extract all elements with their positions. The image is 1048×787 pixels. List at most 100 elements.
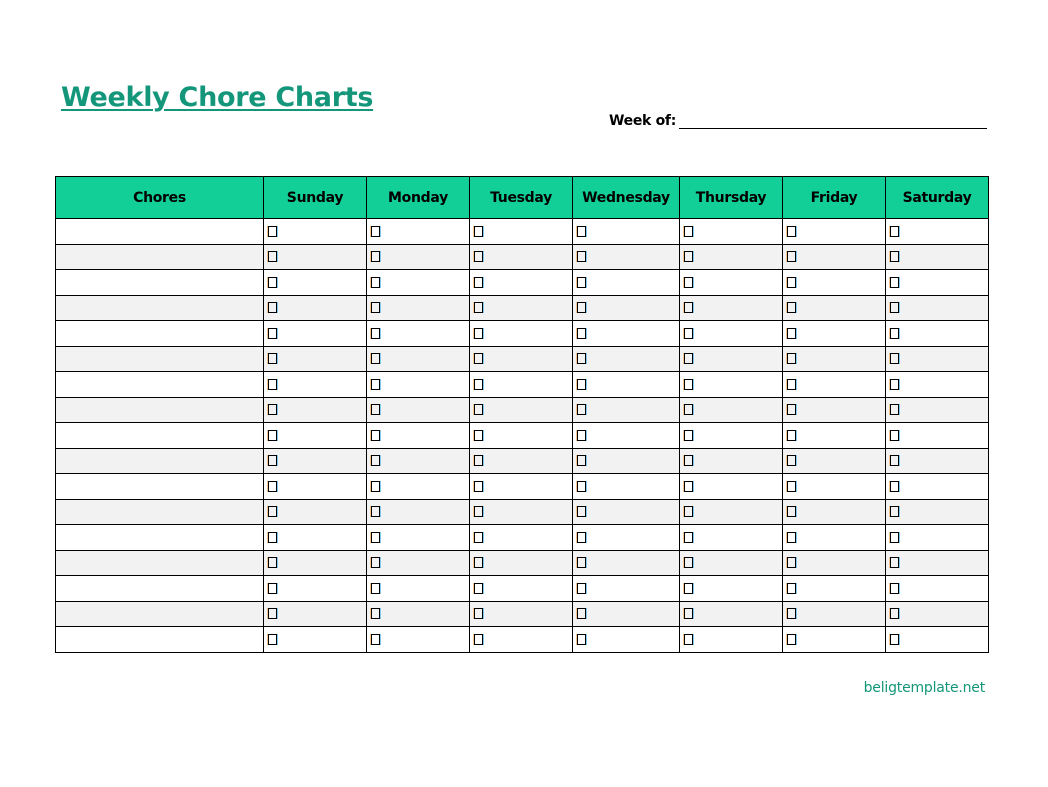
checkbox-icon[interactable] bbox=[684, 506, 693, 518]
checkbox-icon[interactable] bbox=[787, 582, 796, 594]
checkbox-icon[interactable] bbox=[890, 251, 899, 263]
checkbox-icon[interactable] bbox=[577, 633, 586, 645]
checkbox-icon[interactable] bbox=[787, 506, 796, 518]
chore-cell[interactable] bbox=[55, 549, 264, 576]
checkbox-icon[interactable] bbox=[474, 225, 483, 237]
checkbox-icon[interactable] bbox=[268, 557, 277, 569]
checkbox-icon[interactable] bbox=[268, 251, 277, 263]
checkbox-icon[interactable] bbox=[890, 582, 899, 594]
checkbox-icon[interactable] bbox=[684, 531, 693, 543]
checkbox-icon[interactable] bbox=[787, 276, 796, 288]
checkbox-icon[interactable] bbox=[577, 404, 586, 416]
checkbox-icon[interactable] bbox=[474, 633, 483, 645]
checkbox-icon[interactable] bbox=[268, 302, 277, 314]
chore-cell[interactable] bbox=[55, 626, 264, 653]
checkbox-icon[interactable] bbox=[577, 429, 586, 441]
checkbox-icon[interactable] bbox=[268, 429, 277, 441]
checkbox-icon[interactable] bbox=[890, 480, 899, 492]
checkbox-icon[interactable] bbox=[787, 557, 796, 569]
checkbox-icon[interactable] bbox=[371, 353, 380, 365]
checkbox-icon[interactable] bbox=[371, 302, 380, 314]
checkbox-icon[interactable] bbox=[684, 276, 693, 288]
checkbox-icon[interactable] bbox=[684, 353, 693, 365]
checkbox-icon[interactable] bbox=[474, 327, 483, 339]
checkbox-icon[interactable] bbox=[684, 582, 693, 594]
checkbox-icon[interactable] bbox=[474, 455, 483, 467]
checkbox-icon[interactable] bbox=[684, 429, 693, 441]
checkbox-icon[interactable] bbox=[684, 404, 693, 416]
checkbox-icon[interactable] bbox=[474, 531, 483, 543]
checkbox-icon[interactable] bbox=[371, 251, 380, 263]
checkbox-icon[interactable] bbox=[787, 327, 796, 339]
checkbox-icon[interactable] bbox=[890, 557, 899, 569]
checkbox-icon[interactable] bbox=[684, 608, 693, 620]
chore-cell[interactable] bbox=[55, 422, 264, 449]
checkbox-icon[interactable] bbox=[371, 557, 380, 569]
checkbox-icon[interactable] bbox=[268, 531, 277, 543]
checkbox-icon[interactable] bbox=[268, 404, 277, 416]
checkbox-icon[interactable] bbox=[684, 302, 693, 314]
checkbox-icon[interactable] bbox=[787, 302, 796, 314]
checkbox-icon[interactable] bbox=[371, 378, 380, 390]
chore-cell[interactable] bbox=[55, 473, 264, 500]
checkbox-icon[interactable] bbox=[684, 557, 693, 569]
week-of-input-line[interactable] bbox=[679, 111, 988, 129]
chore-cell[interactable] bbox=[55, 600, 264, 627]
checkbox-icon[interactable] bbox=[371, 480, 380, 492]
checkbox-icon[interactable] bbox=[268, 633, 277, 645]
checkbox-icon[interactable] bbox=[684, 480, 693, 492]
checkbox-icon[interactable] bbox=[474, 404, 483, 416]
checkbox-icon[interactable] bbox=[890, 506, 899, 518]
chore-cell[interactable] bbox=[55, 320, 264, 347]
checkbox-icon[interactable] bbox=[787, 404, 796, 416]
chore-cell[interactable] bbox=[55, 575, 264, 602]
checkbox-icon[interactable] bbox=[474, 582, 483, 594]
checkbox-icon[interactable] bbox=[890, 353, 899, 365]
checkbox-icon[interactable] bbox=[474, 506, 483, 518]
checkbox-icon[interactable] bbox=[577, 353, 586, 365]
checkbox-icon[interactable] bbox=[577, 378, 586, 390]
checkbox-icon[interactable] bbox=[371, 506, 380, 518]
checkbox-icon[interactable] bbox=[268, 276, 277, 288]
checkbox-icon[interactable] bbox=[268, 608, 277, 620]
checkbox-icon[interactable] bbox=[268, 378, 277, 390]
chore-cell[interactable] bbox=[55, 396, 264, 423]
checkbox-icon[interactable] bbox=[371, 225, 380, 237]
checkbox-icon[interactable] bbox=[268, 327, 277, 339]
checkbox-icon[interactable] bbox=[371, 429, 380, 441]
checkbox-icon[interactable] bbox=[787, 225, 796, 237]
checkbox-icon[interactable] bbox=[371, 455, 380, 467]
chore-cell[interactable] bbox=[55, 243, 264, 270]
checkbox-icon[interactable] bbox=[371, 276, 380, 288]
checkbox-icon[interactable] bbox=[684, 327, 693, 339]
checkbox-icon[interactable] bbox=[474, 429, 483, 441]
checkbox-icon[interactable] bbox=[577, 608, 586, 620]
checkbox-icon[interactable] bbox=[684, 225, 693, 237]
checkbox-icon[interactable] bbox=[577, 225, 586, 237]
checkbox-icon[interactable] bbox=[577, 506, 586, 518]
checkbox-icon[interactable] bbox=[890, 225, 899, 237]
checkbox-icon[interactable] bbox=[577, 276, 586, 288]
checkbox-icon[interactable] bbox=[684, 455, 693, 467]
checkbox-icon[interactable] bbox=[577, 557, 586, 569]
checkbox-icon[interactable] bbox=[474, 353, 483, 365]
checkbox-icon[interactable] bbox=[787, 455, 796, 467]
checkbox-icon[interactable] bbox=[787, 251, 796, 263]
checkbox-icon[interactable] bbox=[474, 302, 483, 314]
chore-cell[interactable] bbox=[55, 498, 264, 525]
checkbox-icon[interactable] bbox=[577, 302, 586, 314]
checkbox-icon[interactable] bbox=[268, 506, 277, 518]
checkbox-icon[interactable] bbox=[268, 225, 277, 237]
checkbox-icon[interactable] bbox=[890, 455, 899, 467]
checkbox-icon[interactable] bbox=[890, 327, 899, 339]
checkbox-icon[interactable] bbox=[890, 429, 899, 441]
checkbox-icon[interactable] bbox=[787, 531, 796, 543]
checkbox-icon[interactable] bbox=[684, 633, 693, 645]
checkbox-icon[interactable] bbox=[890, 633, 899, 645]
checkbox-icon[interactable] bbox=[890, 608, 899, 620]
chore-cell[interactable] bbox=[55, 524, 264, 551]
checkbox-icon[interactable] bbox=[577, 251, 586, 263]
checkbox-icon[interactable] bbox=[684, 251, 693, 263]
checkbox-icon[interactable] bbox=[268, 455, 277, 467]
checkbox-icon[interactable] bbox=[474, 608, 483, 620]
